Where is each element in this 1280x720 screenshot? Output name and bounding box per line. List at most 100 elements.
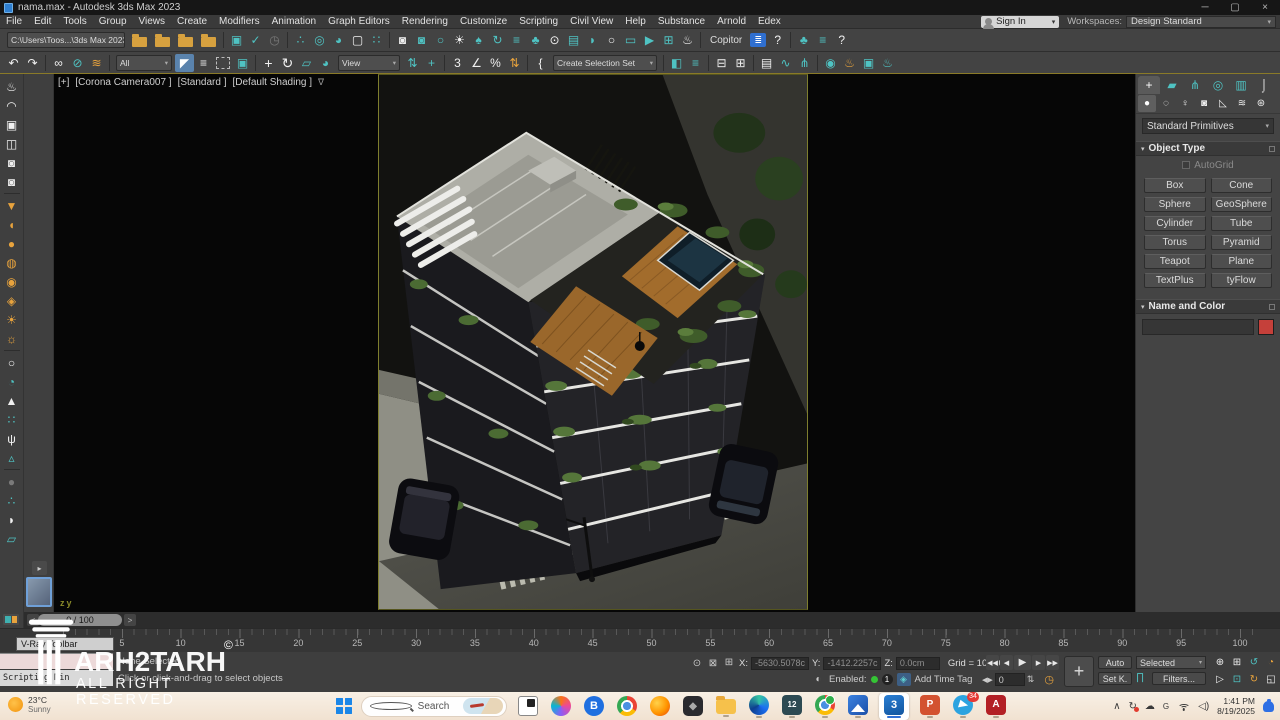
next-frame-button[interactable]: ▶: [1032, 655, 1045, 670]
material-sample-slot[interactable]: [26, 577, 52, 607]
menu-item-edit[interactable]: Edit: [28, 15, 57, 29]
wifi-icon[interactable]: [1177, 702, 1190, 711]
menu-item-views[interactable]: Views: [133, 15, 172, 29]
video-preview-icon[interactable]: ▶: [640, 31, 659, 49]
viewport-pov-menu[interactable]: [+]: [58, 77, 69, 88]
weather-widget[interactable]: 23°C Sunny: [8, 695, 51, 714]
render-teapot-icon[interactable]: ♨: [678, 31, 697, 49]
object-type-button-cylinder[interactable]: Cylinder: [1144, 216, 1206, 231]
forest-object-icon[interactable]: ♣: [526, 31, 545, 49]
time-slider-row[interactable]: < 0 / 100 >: [0, 612, 1280, 628]
minimize-button[interactable]: ─: [1190, 2, 1220, 13]
maxscript-listener-pane[interactable]: Scripting Min: [0, 670, 113, 686]
object-type-button-sphere[interactable]: Sphere: [1144, 197, 1206, 212]
new-scene-icon[interactable]: [132, 37, 147, 47]
layers-panel-icon[interactable]: ▤: [564, 31, 583, 49]
vray-sun-system-icon[interactable]: ☼: [1, 329, 23, 348]
taskbar-app-edge[interactable]: [747, 695, 771, 718]
object-type-button-box[interactable]: Box: [1144, 178, 1206, 193]
select-and-place-icon[interactable]: ◕: [316, 54, 335, 72]
previous-frame-button[interactable]: ◀: [1000, 655, 1013, 670]
vray-dome-light-icon[interactable]: ◖: [1, 215, 23, 234]
vray-sun-icon[interactable]: ☀: [1, 310, 23, 329]
named-selection-set-dropdown[interactable]: Create Selection Set▾: [553, 55, 657, 71]
vray-disc-light-icon[interactable]: ◉: [1, 272, 23, 291]
rendered-frame-window-icon[interactable]: ▭: [621, 31, 640, 49]
vray-instancer-icon[interactable]: ∷: [1, 410, 23, 429]
vray-camera-box-icon[interactable]: ◙: [1, 153, 23, 172]
taskbar-app-powerpoint[interactable]: P: [918, 695, 942, 718]
select-and-move-icon[interactable]: +: [259, 54, 278, 72]
align-icon[interactable]: ≡: [686, 54, 705, 72]
autobackup-time-icon[interactable]: ◷: [265, 31, 284, 49]
render-setup-icon[interactable]: ♨: [840, 54, 859, 72]
menu-item-rendering[interactable]: Rendering: [396, 15, 454, 29]
scene-explorer-icon[interactable]: ⊟: [712, 54, 731, 72]
save-file-icon[interactable]: ▣: [227, 31, 246, 49]
viewport-filter-icon[interactable]: ∇: [318, 77, 324, 88]
script-list-icon[interactable]: ≡: [813, 31, 832, 49]
paint-objects-icon[interactable]: ◕: [329, 31, 348, 49]
vray-geo-light-icon[interactable]: ◍: [1, 253, 23, 272]
vray-proxy-icon[interactable]: ○: [1, 353, 23, 372]
rectangular-selection-region-icon[interactable]: [216, 57, 230, 69]
search-box[interactable]: Search: [361, 696, 507, 717]
tab-hierarchy-icon[interactable]: ⋔: [1184, 76, 1206, 94]
menu-item-customize[interactable]: Customize: [454, 15, 513, 29]
undo-icon[interactable]: ↶: [4, 54, 23, 72]
tab-create-icon[interactable]: +: [1138, 76, 1160, 94]
menu-item-modifiers[interactable]: Modifiers: [213, 15, 266, 29]
subtab-geometry-icon[interactable]: ●: [1138, 95, 1156, 112]
vray-fur-icon[interactable]: ψ: [1, 429, 23, 448]
taskbar-app-telegram[interactable]: 34: [951, 695, 975, 718]
key-filter-dropdown[interactable]: Selected ▾: [1136, 656, 1206, 669]
taskbar-app-autocad[interactable]: A: [984, 695, 1008, 718]
set-keys-button[interactable]: +: [1064, 656, 1094, 687]
select-and-manipulate-icon[interactable]: +: [422, 54, 441, 72]
unlink-selection-icon[interactable]: ⊘: [68, 54, 87, 72]
placement-tool-icon[interactable]: ◎: [310, 31, 329, 49]
vray-dome-icon[interactable]: ◠: [1, 96, 23, 115]
object-type-button-cone[interactable]: Cone: [1211, 178, 1273, 193]
macro-recorder-pane[interactable]: [0, 653, 113, 669]
array-tool-icon[interactable]: ∷: [367, 31, 386, 49]
select-by-name-icon[interactable]: ≡: [194, 54, 213, 72]
tab-display-icon[interactable]: ▥: [1230, 76, 1252, 94]
vray-render-icon[interactable]: ♨: [1, 77, 23, 96]
taskbar-app-task-view[interactable]: [516, 696, 540, 716]
menu-item-graph-editors[interactable]: Graph Editors: [322, 15, 396, 29]
primitive-category-dropdown[interactable]: Standard Primitives ▾: [1142, 118, 1274, 134]
viewport-renderer-menu[interactable]: [Standard ]: [178, 77, 227, 88]
vray-sphere-fade-icon[interactable]: ◔: [1, 372, 23, 391]
material-sample-icon[interactable]: ●: [1, 472, 23, 491]
menu-item-civil-view[interactable]: Civil View: [564, 15, 619, 29]
subtab-lights-icon[interactable]: ♀: [1176, 95, 1194, 112]
taskbar-app-firefox[interactable]: [648, 696, 672, 716]
taskbar-app-calendar[interactable]: 12: [780, 695, 804, 718]
object-type-button-geosphere[interactable]: GeoSphere: [1211, 197, 1273, 212]
taskbar-app-copilot[interactable]: [549, 696, 573, 716]
vray-fire-icon[interactable]: ▵: [1, 448, 23, 467]
volume-icon[interactable]: ◁): [1198, 701, 1209, 712]
flyout-arrow-button[interactable]: ▸: [32, 561, 47, 575]
vray-clone-icon[interactable]: ▱: [1, 529, 23, 548]
welcome-sphere-icon[interactable]: ◐: [812, 673, 825, 686]
object-type-button-torus[interactable]: Torus: [1144, 235, 1206, 250]
object-color-swatch[interactable]: [1258, 319, 1274, 335]
go-to-end-button[interactable]: ▶▶: [1046, 655, 1059, 670]
material-editor-icon[interactable]: ◉: [821, 54, 840, 72]
zoom-all-icon[interactable]: ⊞: [1229, 655, 1245, 671]
spinner-snap-icon[interactable]: ⇅: [505, 54, 524, 72]
select-similar-icon[interactable]: ▢: [348, 31, 367, 49]
taskbar-app-dark[interactable]: ◆: [681, 696, 705, 716]
torus-render-icon[interactable]: ⊙: [545, 31, 564, 49]
layer-explorer-icon[interactable]: ⊞: [731, 54, 750, 72]
default-in-out-tangent-icon[interactable]: ∏: [1136, 672, 1144, 683]
light-lister-icon[interactable]: ○: [602, 31, 621, 49]
plugin-badge-icon[interactable]: ≣: [750, 33, 766, 47]
select-and-link-icon[interactable]: ∞: [49, 54, 68, 72]
taskbar-app-file-explorer[interactable]: [714, 696, 738, 717]
subtab-cameras-icon[interactable]: ◙: [1195, 95, 1213, 112]
sunlight-icon[interactable]: ☀: [450, 31, 469, 49]
menu-item-group[interactable]: Group: [93, 15, 133, 29]
